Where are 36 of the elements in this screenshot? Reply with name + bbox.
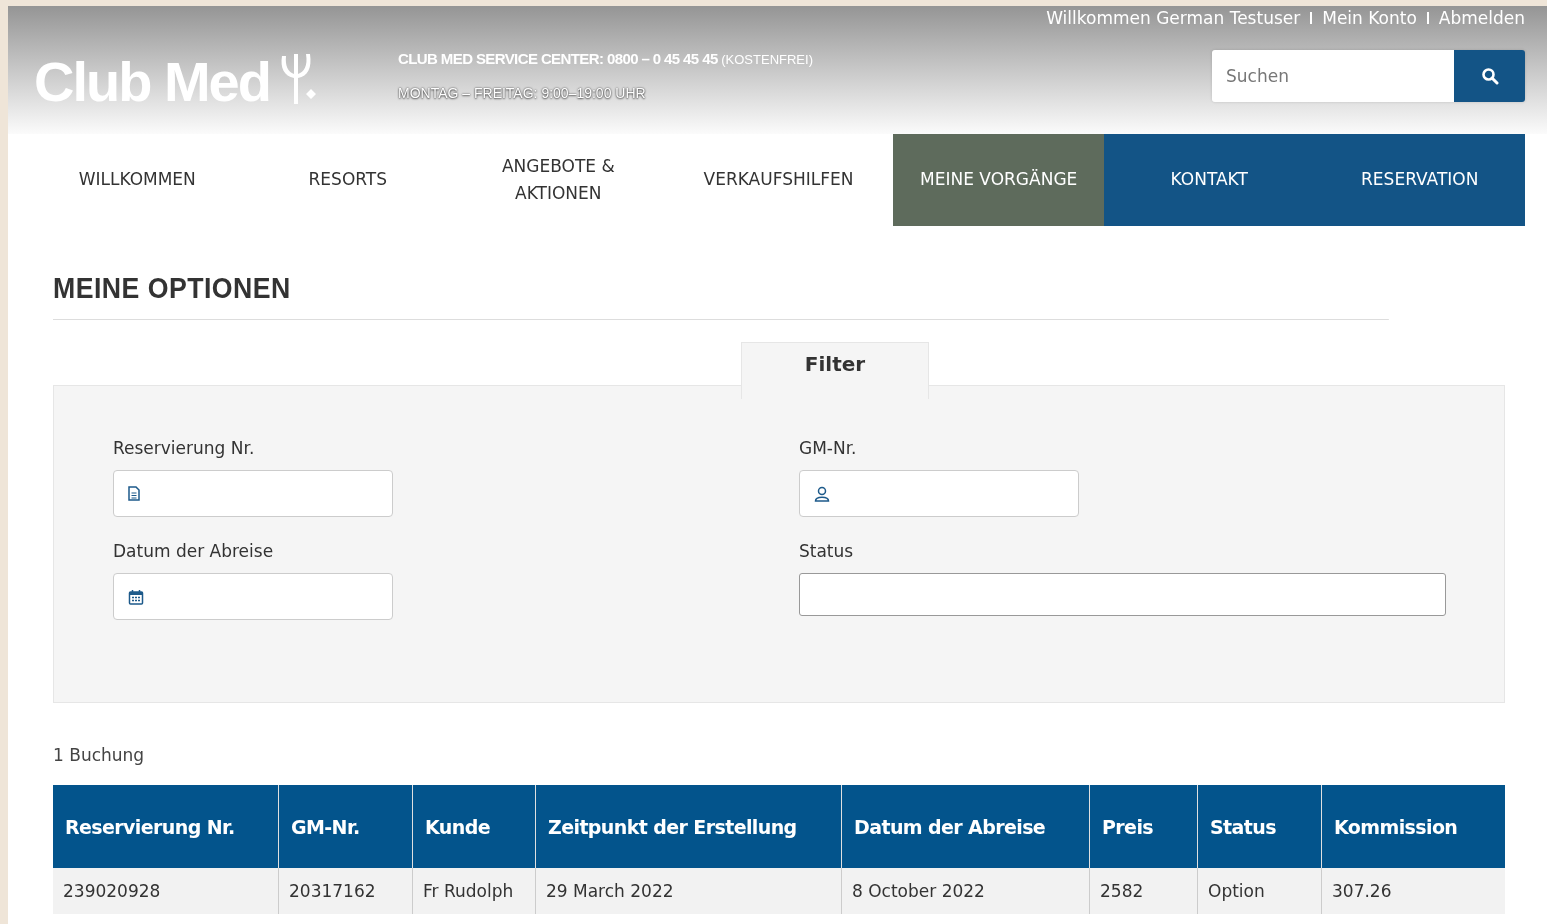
user-icon xyxy=(814,485,830,502)
field-label: GM-Nr. xyxy=(799,438,858,458)
table-cell: 20317162 xyxy=(278,868,412,914)
table-cell: Fr Rudolph xyxy=(412,868,535,914)
page-title: MEINE OPTIONEN xyxy=(53,272,1389,320)
result-count: 1 Buchung xyxy=(53,745,146,765)
service-note: (KOSTENFREI) xyxy=(721,52,813,67)
search-icon xyxy=(1480,67,1499,85)
column-header: Reservierung Nr. xyxy=(64,814,236,840)
search-button[interactable] xyxy=(1454,50,1525,102)
status-select[interactable] xyxy=(799,573,1446,616)
field-label: Reservierung Nr. xyxy=(113,438,256,458)
date-field[interactable] xyxy=(113,573,393,620)
filter-tab[interactable]: Filter xyxy=(741,342,929,399)
field-label: Datum der Abreise xyxy=(113,541,275,561)
table-cell-text: 239020928 xyxy=(62,880,162,903)
table-cell: 307.26 xyxy=(1321,868,1505,914)
input-field[interactable] xyxy=(113,470,393,517)
nav-tab[interactable]: ANGEBOTE & AKTIONEN xyxy=(453,134,664,226)
table-cell: 2582 xyxy=(1089,868,1197,914)
nav-tab[interactable]: VERKAUFSHILFEN xyxy=(663,134,894,226)
table-cell: 29 March 2022 xyxy=(535,868,841,914)
document-icon xyxy=(128,486,140,501)
table-cell: 8 October 2022 xyxy=(841,868,1089,914)
input-field[interactable] xyxy=(799,470,1079,517)
nav-tab[interactable]: WILLKOMMEN xyxy=(32,134,243,226)
service-hotline: CLUB MED SERVICE CENTER: 0800 – 0 45 45 45 xyxy=(398,50,718,67)
nav-tab[interactable]: RESORTS xyxy=(242,134,454,226)
calendar-icon xyxy=(128,588,144,605)
nav-tab[interactable]: KONTAKT xyxy=(1103,134,1315,226)
search-field[interactable]: Suchen xyxy=(1212,50,1454,102)
field-label: Status xyxy=(799,541,855,561)
nav-tab[interactable]: MEINE VORGÄNGE xyxy=(893,134,1104,226)
table-cell: Option xyxy=(1197,868,1321,914)
opening-hours: MONTAG – FREITAG: 9:00–19:00 UHR xyxy=(398,85,647,101)
nav-tab[interactable]: RESERVATION xyxy=(1314,134,1525,226)
